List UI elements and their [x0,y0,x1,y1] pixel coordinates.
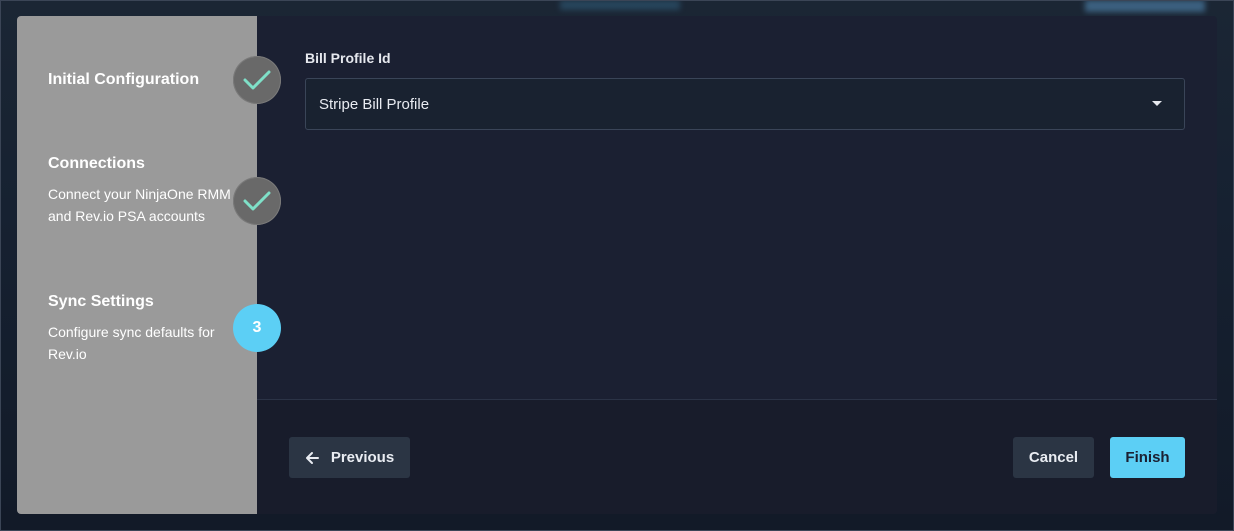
wizard-stepper: Initial Configuration Connections Connec… [17,16,281,514]
step-description: Configure sync defaults for Rev.io [48,324,215,362]
caret-down-icon [1152,101,1162,106]
setup-wizard-modal: Initial Configuration Connections Connec… [17,16,1217,514]
cancel-button[interactable]: Cancel [1013,437,1094,478]
step-title: Sync Settings [48,293,154,310]
step-title: Initial Configuration [48,71,200,88]
previous-label: Previous [330,449,395,466]
finish-button[interactable]: Finish [1110,437,1185,478]
bill-profile-selected-value: Stripe Bill Profile [319,95,430,113]
step-sync-settings[interactable]: Sync Settings Configure sync defaults fo… [48,292,238,365]
step-connections[interactable]: Connections Connect your NinjaOne RMM an… [48,154,238,227]
arrow-left-icon [305,451,319,465]
bill-profile-select[interactable]: Stripe Bill Profile [305,78,1185,130]
step-content: Bill Profile Id Stripe Bill Profile [257,16,1217,399]
previous-button[interactable]: Previous [289,437,410,478]
modal-footer: Previous Cancel Finish [257,399,1217,514]
bill-profile-label: Bill Profile Id [305,50,391,66]
step-title: Connections [48,155,145,172]
step-initial-configuration[interactable]: Initial Configuration [48,70,238,90]
step-description: Connect your NinjaOne RMM and Rev.io PSA… [48,186,231,224]
